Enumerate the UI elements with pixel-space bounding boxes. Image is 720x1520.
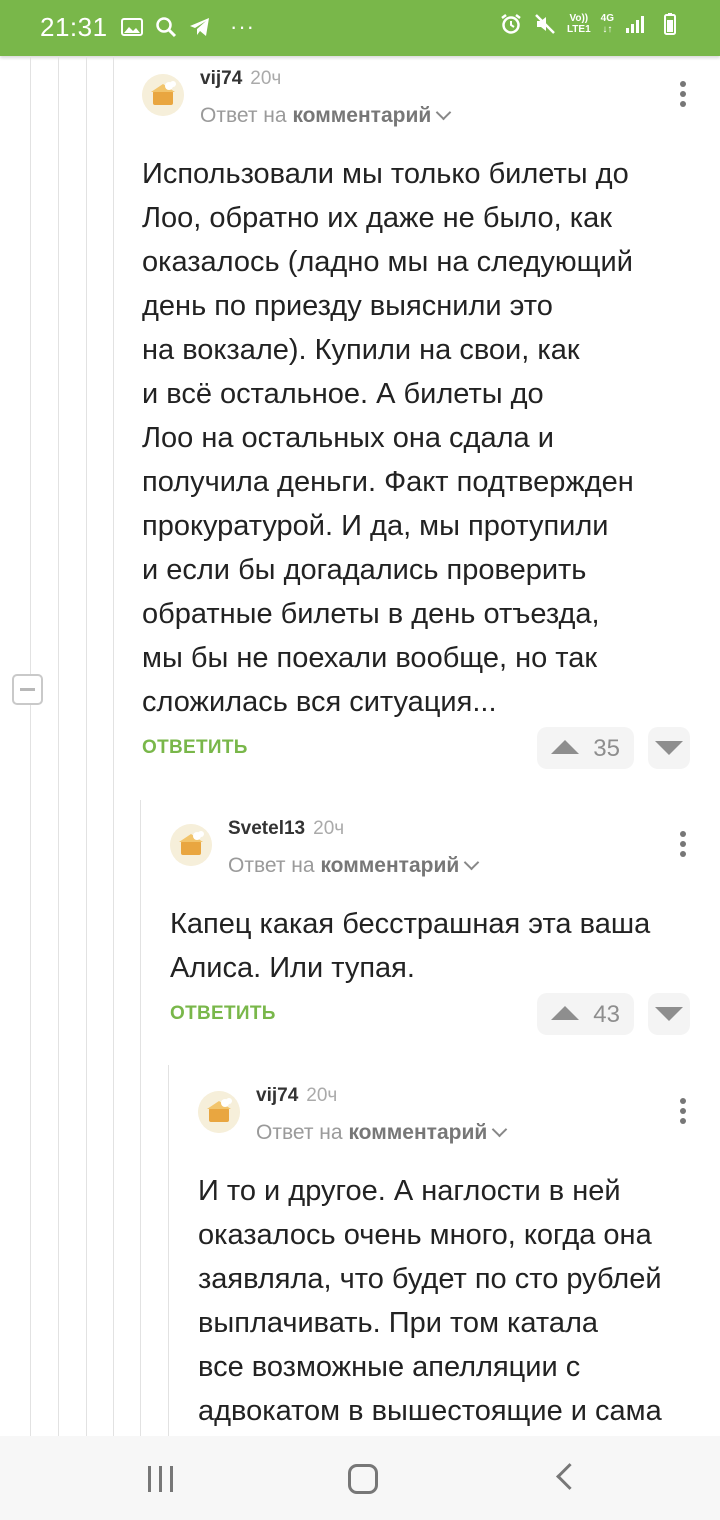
status-bar: 21:31 ··· Vo)) LTE1 4G ↓↑	[0, 0, 720, 56]
reply-to-link[interactable]: Ответ на комментарий	[256, 1121, 508, 1145]
reply-to-link[interactable]: Ответ на комментарий	[228, 854, 480, 878]
downvote-icon	[655, 1007, 683, 1021]
comment-author[interactable]: Svetel13	[228, 818, 305, 839]
signal-icon	[626, 16, 644, 33]
reply-button[interactable]: ОТВЕТИТЬ	[142, 737, 248, 759]
mute-icon	[535, 14, 555, 34]
more-options-icon[interactable]	[679, 81, 687, 111]
thread-line	[30, 56, 31, 1436]
avatar-icon	[198, 1091, 240, 1133]
thread-line	[86, 56, 87, 1436]
chevron-down-icon	[435, 104, 452, 121]
downvote-button[interactable]	[648, 993, 690, 1035]
avatar[interactable]	[142, 74, 184, 116]
comment: vij74 20ч Ответ на комментарий Использова…	[142, 68, 702, 774]
chevron-down-icon	[463, 854, 480, 871]
alarm-icon	[501, 14, 521, 34]
battery-icon	[664, 13, 676, 35]
reply-button[interactable]: ОТВЕТИТЬ	[170, 1003, 276, 1025]
comment-text: И то и другое. А наглости в ней оказалос…	[198, 1175, 662, 1427]
recents-icon[interactable]	[148, 1466, 176, 1492]
search-icon	[156, 17, 177, 38]
navigation-bar	[0, 1436, 720, 1520]
comment-text: Капец какая бесстрашная эта ваша Алиса. …	[170, 908, 651, 984]
upvote-button[interactable]: 43	[537, 993, 634, 1035]
back-icon[interactable]	[556, 1463, 583, 1490]
clock: 21:31	[40, 12, 108, 42]
upvote-icon	[551, 740, 579, 754]
more-options-icon[interactable]	[679, 831, 687, 861]
home-icon[interactable]	[348, 1464, 378, 1494]
reply-to-link[interactable]: Ответ на комментарий	[200, 104, 452, 128]
collapse-thread-button[interactable]	[12, 674, 43, 705]
comment: vij74 20ч Ответ на комментарий И то и дру…	[198, 1085, 698, 1436]
downvote-icon	[655, 741, 683, 755]
comment-author[interactable]: vij74	[200, 68, 242, 89]
rating-count: 43	[593, 1001, 620, 1028]
comment-text: Использовали мы только билеты до Лоо, об…	[142, 158, 634, 718]
thread-line	[168, 1065, 169, 1436]
downvote-button[interactable]	[648, 727, 690, 769]
chevron-down-icon	[491, 1121, 508, 1138]
avatar-icon	[170, 824, 212, 866]
more-notifications: ···	[230, 14, 255, 39]
more-options-icon[interactable]	[679, 1098, 687, 1128]
upvote-button[interactable]: 35	[537, 727, 634, 769]
comment-time: 20ч	[306, 1085, 338, 1106]
telegram-icon	[190, 18, 209, 36]
thread-line	[113, 56, 114, 1436]
upvote-icon	[551, 1006, 579, 1020]
avatar[interactable]	[198, 1091, 240, 1133]
gallery-icon	[121, 18, 143, 36]
comment-time: 20ч	[313, 818, 345, 839]
volte-indicator: Vo)) LTE1	[566, 13, 591, 35]
thread-line	[140, 800, 141, 1436]
avatar-icon	[142, 74, 184, 116]
network-type: 4G ↓↑	[600, 13, 614, 35]
avatar[interactable]	[170, 824, 212, 866]
comment-author[interactable]: vij74	[256, 1085, 298, 1106]
comment-time: 20ч	[250, 68, 282, 89]
thread-line	[58, 56, 59, 1436]
rating-count: 35	[593, 735, 620, 762]
